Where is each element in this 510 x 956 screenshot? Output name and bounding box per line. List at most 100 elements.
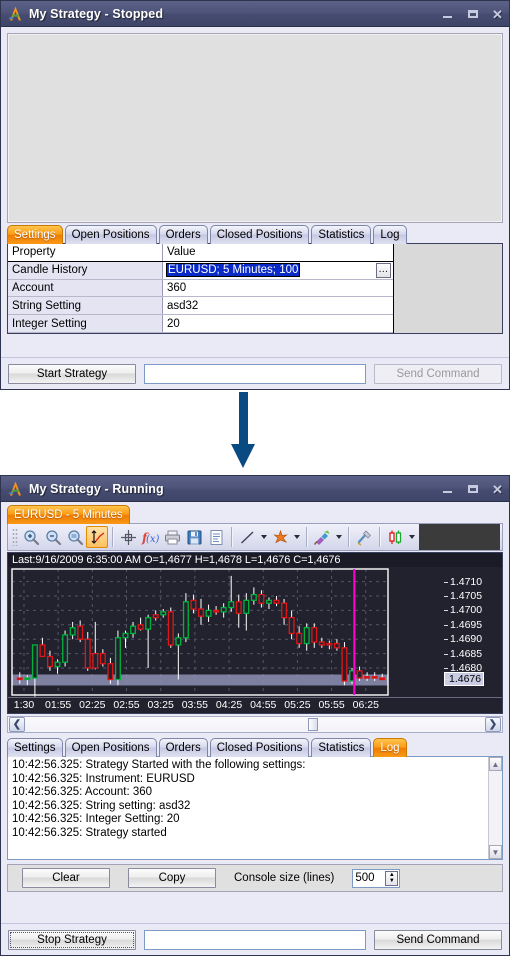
row-value-candle-history[interactable]: EURUSD; 5 Minutes; 100 … [163, 261, 393, 279]
maximize-icon[interactable] [465, 6, 480, 22]
stop-strategy-button[interactable]: Stop Strategy [8, 929, 136, 950]
clear-button[interactable]: Clear [22, 868, 110, 888]
command-input-stopped[interactable] [144, 363, 366, 384]
tab-closed-positions[interactable]: Closed Positions [209, 738, 310, 757]
tab-settings[interactable]: Settings [7, 225, 63, 244]
color-scheme-dropdown-icon[interactable] [333, 526, 344, 548]
scrollbar-thumb[interactable] [308, 718, 318, 731]
table-row[interactable]: Candle History EURUSD; 5 Minutes; 100 … [8, 261, 393, 280]
time-tick-label: 06:25 [352, 699, 379, 711]
candle-history-browse-button[interactable]: … [376, 262, 391, 278]
line-tool-icon[interactable] [236, 526, 258, 548]
table-row[interactable]: Integer Setting 20 [8, 315, 393, 333]
candlestick-series [8, 567, 448, 697]
zoom-in-icon[interactable] [20, 526, 42, 548]
chart-plot-area[interactable]: 1.4710 1.4705 1.4700 1.4695 1.4690 1.4685 1.46… [8, 567, 502, 697]
tab-eurusd-5-minutes[interactable]: EURUSD - 5 Minutes [7, 505, 130, 524]
candle-type-dropdown-icon[interactable] [406, 526, 417, 548]
tabstrip-running: Settings Open Positions Orders Closed Po… [1, 736, 509, 757]
chart-horizontal-scrollbar[interactable]: ❮ ❯ [7, 716, 503, 733]
stepper-arrows[interactable]: ▲ ▼ [385, 870, 399, 886]
tab-log[interactable]: Log [373, 225, 407, 244]
delete-objects-dropdown-icon[interactable] [291, 526, 302, 548]
toolbar-grip[interactable] [12, 528, 18, 546]
close-icon[interactable]: ✕ [490, 481, 505, 497]
console-size-label: Console size (lines) [234, 872, 335, 884]
time-tick-label: 02:55 [113, 699, 140, 711]
price-tick-label: 1.4685 [444, 648, 482, 660]
alpari-a-logo-icon [7, 5, 24, 22]
log-line: 10:42:56.325: String setting: asd32 [12, 799, 191, 812]
tab-orders[interactable]: Orders [158, 225, 208, 244]
delete-objects-icon[interactable] [269, 526, 291, 548]
price-tick-label: 1.4700 [444, 604, 482, 616]
flow-arrow-down [228, 392, 258, 470]
send-command-button-running[interactable]: Send Command [374, 929, 502, 950]
report-icon[interactable] [205, 526, 227, 548]
tab-log[interactable]: Log [373, 738, 407, 757]
tab-statistics[interactable]: Statistics [311, 738, 372, 757]
table-row[interactable]: String Setting asd32 [8, 297, 393, 316]
log-line: 10:42:56.325: Strategy started [12, 826, 167, 839]
zoom-fit-icon[interactable] [64, 526, 86, 548]
crosshair-icon[interactable] [117, 526, 139, 548]
toolbar-separator [379, 527, 380, 547]
close-icon[interactable]: ✕ [490, 6, 505, 22]
tab-statistics[interactable]: Statistics [311, 225, 372, 244]
scroll-right-arrow-icon[interactable]: ❯ [485, 717, 501, 732]
tab-open-positions[interactable]: Open Positions [64, 225, 157, 244]
log-vertical-scrollbar[interactable]: ▲ ▼ [488, 757, 502, 859]
toolbar-separator [231, 527, 232, 547]
time-tick-label: 05:55 [318, 699, 345, 711]
row-value-integer-setting[interactable]: 20 [163, 315, 393, 332]
minimize-icon[interactable] [440, 481, 455, 497]
log-console[interactable]: 10:42:56.325: Strategy Started with the … [7, 756, 503, 860]
start-strategy-button[interactable]: Start Strategy [8, 363, 136, 384]
time-tick-label: 05:25 [284, 699, 311, 711]
price-tick-label: 1.4695 [444, 619, 482, 631]
indicator-fx-icon[interactable]: f (x) [139, 526, 161, 548]
window-title-status: - Running [100, 481, 164, 496]
table-row[interactable]: Account 360 [8, 279, 393, 298]
row-value-account[interactable]: 360 [163, 279, 393, 297]
maximize-icon[interactable] [465, 481, 480, 497]
log-line: 10:42:56.325: Instrument: EURUSD [12, 772, 195, 785]
svg-text:(x): (x) [146, 534, 160, 545]
print-icon[interactable] [161, 526, 183, 548]
time-axis: 1:30 01:55 02:25 02:55 03:25 03:55 04:25 04:55 0… [8, 697, 502, 713]
tab-settings[interactable]: Settings [7, 738, 63, 757]
scroll-up-arrow-icon[interactable]: ▲ [489, 757, 502, 771]
chart-settings-icon[interactable] [353, 526, 375, 548]
save-icon[interactable] [183, 526, 205, 548]
settings-grid-table: Property Value Candle History EURUSD; 5 … [8, 244, 394, 333]
row-value-string-setting[interactable]: asd32 [163, 297, 393, 315]
settings-grid: Property Value Candle History EURUSD; 5 … [7, 243, 503, 334]
candle-type-icon[interactable] [384, 526, 406, 548]
console-size-stepper[interactable]: 500 ▲ ▼ [352, 868, 401, 888]
empty-content-pane [7, 33, 503, 223]
zoom-out-icon[interactable] [42, 526, 64, 548]
alpari-a-logo-icon [7, 480, 24, 497]
tab-orders[interactable]: Orders [158, 738, 208, 757]
tab-closed-positions[interactable]: Closed Positions [209, 225, 310, 244]
scroll-down-arrow-icon[interactable]: ▼ [489, 845, 502, 859]
log-line: 10:42:56.325: Integer Setting: 20 [12, 813, 180, 826]
auto-scale-icon[interactable] [86, 526, 108, 548]
send-command-button-stopped[interactable]: Send Command [374, 363, 502, 384]
log-text-area: 10:42:56.325: Strategy Started with the … [8, 757, 488, 859]
scroll-left-arrow-icon[interactable]: ❮ [9, 717, 25, 732]
color-scheme-icon[interactable] [311, 526, 333, 548]
time-tick-label: 03:55 [181, 699, 208, 711]
strategy-window-stopped: My Strategy - Stopped ✕ Settings Open Po… [0, 0, 510, 390]
minimize-icon[interactable] [440, 6, 455, 22]
tab-open-positions[interactable]: Open Positions [64, 738, 157, 757]
stepper-down-icon[interactable]: ▼ [386, 878, 397, 885]
screenshot-root: My Strategy - Stopped ✕ Settings Open Po… [0, 0, 510, 956]
toolbar-separator [112, 527, 113, 547]
time-tick-label: 02:25 [79, 699, 106, 711]
price-axis: 1.4710 1.4705 1.4700 1.4695 1.4690 1.4685 1.46… [444, 567, 502, 697]
window-title-status: - Stopped [100, 6, 164, 21]
line-tool-dropdown-icon[interactable] [258, 526, 269, 548]
command-input-running[interactable] [144, 929, 366, 950]
copy-button[interactable]: Copy [128, 868, 216, 888]
